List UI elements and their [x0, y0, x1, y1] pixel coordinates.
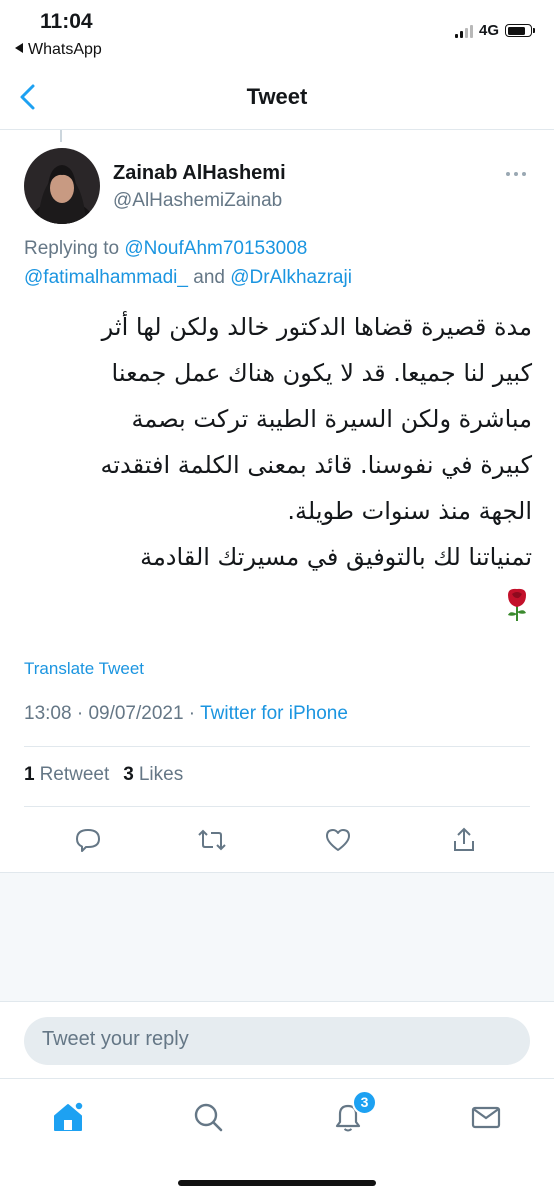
heart-icon	[326, 829, 350, 851]
meta-separator: ·	[183, 703, 201, 724]
tweet-stats: 1 Retweet 3 Likes	[24, 764, 183, 786]
author-display-name[interactable]: Zainab AlHashemi	[113, 162, 286, 185]
tweet-client-link[interactable]: Twitter for iPhone	[200, 703, 348, 724]
replying-prefix: Replying to	[24, 238, 125, 259]
back-to-app-link[interactable]: WhatsApp	[14, 41, 102, 59]
back-app-label: WhatsApp	[28, 41, 102, 58]
page-title: Tweet	[246, 84, 308, 109]
search-icon	[194, 1103, 223, 1132]
tab-explore[interactable]	[188, 1097, 228, 1137]
nav-bar: Tweet	[0, 70, 554, 130]
reply-input[interactable]: Tweet your reply	[24, 1017, 530, 1065]
notifications-badge: 3	[352, 1090, 377, 1115]
translate-tweet-link[interactable]: Translate Tweet	[24, 659, 144, 679]
mention-link[interactable]: @fatimalhammadi_	[24, 267, 188, 288]
retweet-button[interactable]	[192, 820, 232, 860]
tweet-date: 09/07/2021	[88, 703, 184, 724]
tweet-text: مدة قصيرة قضاها الدكتور خالد ولكن لها أث…	[22, 304, 532, 626]
mention-link[interactable]: @DrAlkhazraji	[230, 267, 352, 288]
signal-icon	[454, 24, 473, 38]
retweet-icon	[198, 829, 226, 851]
divider	[24, 806, 530, 807]
back-triangle-icon	[14, 41, 24, 59]
rose-emoji-icon	[502, 586, 532, 622]
mention-link[interactable]: @NoufAhm70153008	[124, 238, 307, 259]
like-button[interactable]	[318, 820, 358, 860]
tweet-time: 13:08	[24, 703, 72, 724]
meta-separator: ·	[71, 703, 89, 724]
tab-messages[interactable]	[466, 1097, 506, 1137]
home-indicator[interactable]	[178, 1180, 376, 1186]
tab-bar	[0, 1078, 554, 1158]
reply-button[interactable]	[68, 820, 108, 860]
empty-replies-area	[0, 872, 554, 1002]
retweets-label: Retweet	[39, 764, 110, 785]
tweet-text-content: مدة قصيرة قضاها الدكتور خالد ولكن لها أث…	[100, 313, 532, 571]
status-time: 11:04	[40, 10, 93, 33]
reply-placeholder: Tweet your reply	[42, 1028, 189, 1050]
tab-home[interactable]	[48, 1097, 88, 1137]
status-bar: 11:04 WhatsApp 4G	[0, 0, 554, 66]
tweet-actions	[0, 820, 554, 860]
battery-icon	[505, 24, 535, 37]
divider	[24, 746, 530, 747]
more-options-icon[interactable]	[504, 166, 528, 182]
network-type: 4G	[478, 22, 499, 39]
home-icon	[54, 1101, 84, 1131]
retweets-count: 1	[24, 764, 35, 785]
retweets-stat[interactable]: 1 Retweet	[24, 764, 109, 786]
status-indicators: 4G	[454, 22, 535, 39]
likes-count: 3	[123, 764, 134, 785]
likes-stat[interactable]: 3 Likes	[123, 764, 183, 786]
reply-icon	[76, 829, 100, 852]
thread-connector-line	[60, 130, 62, 142]
share-button[interactable]	[444, 820, 484, 860]
replying-joiner: and	[187, 267, 231, 288]
share-icon	[454, 827, 474, 851]
likes-label: Likes	[138, 764, 184, 785]
replying-to: Replying to @NoufAhm70153008 @fatimalhamm…	[24, 234, 534, 292]
author-handle[interactable]: @AlHashemiZainab	[113, 190, 282, 212]
mail-icon	[471, 1106, 501, 1129]
tweet-meta: 13:08 · 09/07/2021 · Twitter for iPhone	[24, 703, 348, 725]
avatar[interactable]	[24, 148, 100, 224]
